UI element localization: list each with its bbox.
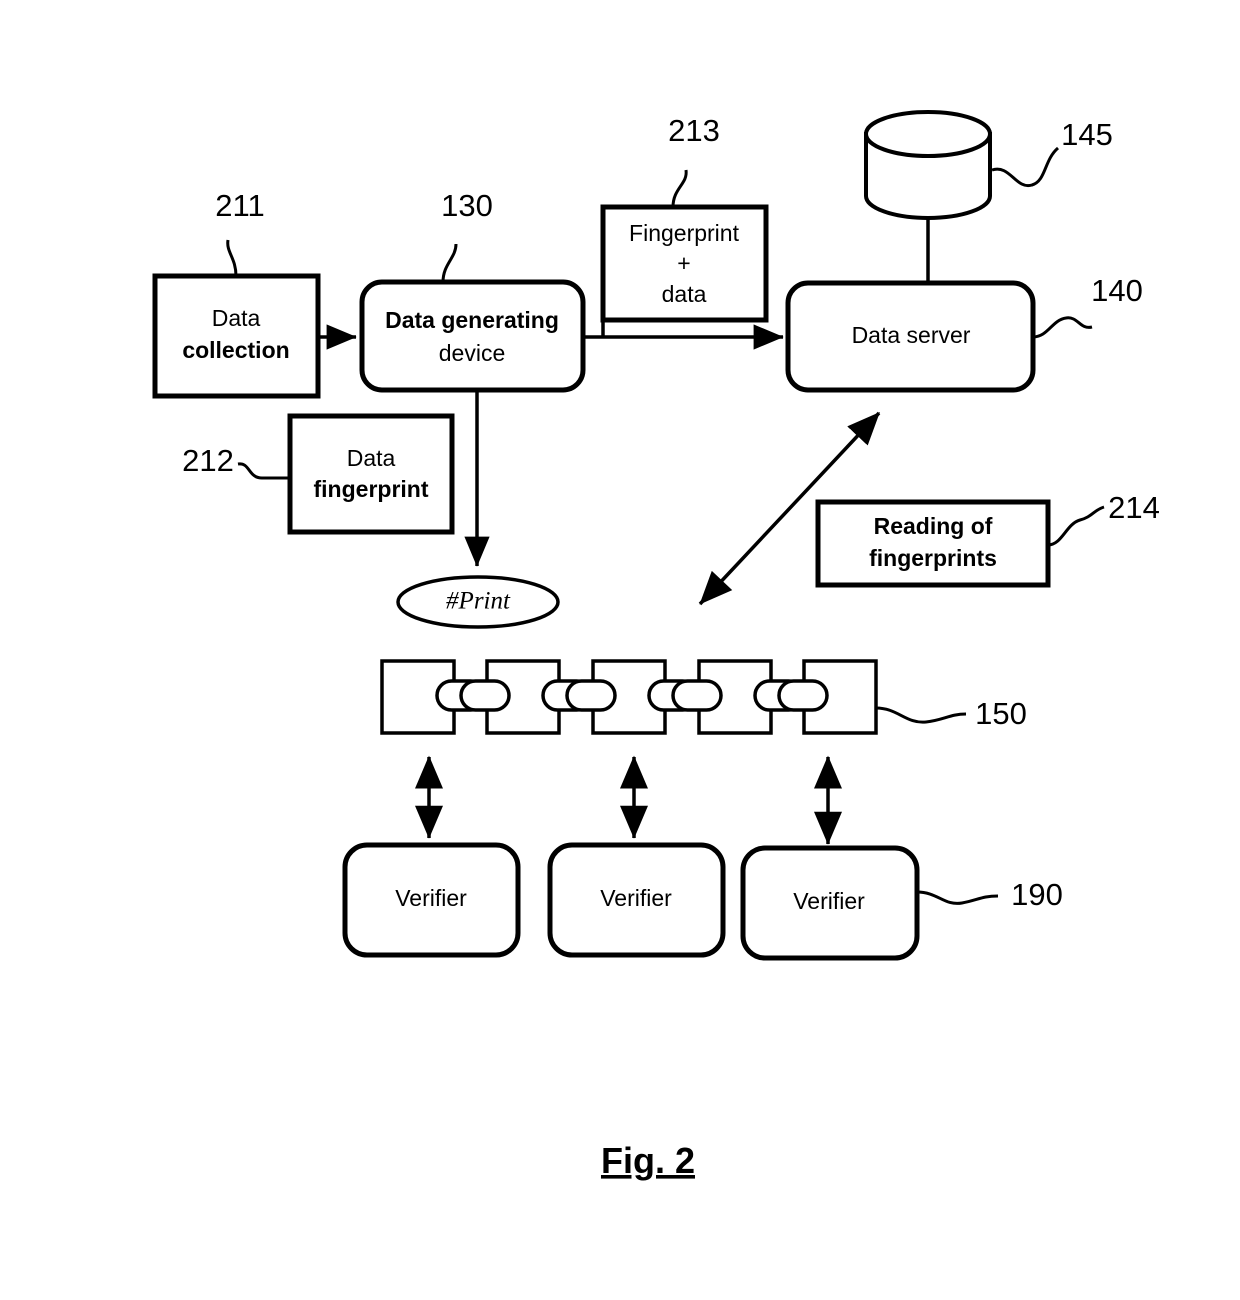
blockchain-link [647,679,723,712]
blockchain-link [435,679,511,712]
data-collection-label-line1: Data [212,305,261,331]
node-verifier-2[interactable]: Verifier [547,842,726,958]
blockchain-link [541,679,617,712]
ref-number-213: 213 [668,113,720,148]
node-fingerprint-plus-data[interactable]: Fingerprint + data [600,204,769,323]
leader-140: 140 [1032,273,1143,339]
node-blockchain[interactable] [380,659,878,735]
node-verifier-3[interactable]: Verifier [740,845,920,961]
leader-190: 190 [916,877,1063,912]
patent-figure-2: Data collection 211 Data generating devi… [152,110,1160,1181]
fingerprint-data-label-line3: data [662,281,707,307]
node-print-token[interactable]: #Print [396,575,560,629]
blockchain-link [753,679,829,712]
leader-150: 150 [875,696,1027,731]
ref-number-130: 130 [441,188,493,223]
verifier-2-label: Verifier [600,885,672,911]
print-token-label: #Print [446,588,511,615]
data-generating-device-label-line2: device [439,340,505,366]
node-data-fingerprint[interactable]: Data fingerprint [287,413,455,535]
data-server-label: Data server [852,322,971,348]
data-collection-label-line2: collection [182,337,289,363]
ref-number-145: 145 [1061,117,1113,152]
node-reading-of-fingerprints[interactable]: Reading of fingerprints [815,499,1051,588]
node-verifier-1[interactable]: Verifier [342,842,521,958]
leader-130: 130 [441,188,493,283]
node-data-generating-device[interactable]: Data generating device [359,279,586,393]
data-fingerprint-label-line1: Data [347,445,396,471]
reading-fingerprints-label-line1: Reading of [874,513,993,539]
leader-212: 212 [182,443,290,480]
verifier-3-label: Verifier [793,888,865,914]
leader-211: 211 [215,188,265,277]
ref-number-190: 190 [1011,877,1063,912]
leader-214: 214 [1047,490,1160,547]
leader-213: 213 [668,113,720,208]
ref-number-211: 211 [215,188,264,223]
figure-caption: Fig. 2 [601,1140,695,1181]
node-database[interactable] [864,110,992,220]
ref-number-150: 150 [975,696,1027,731]
verifier-1-label: Verifier [395,885,467,911]
node-data-collection[interactable]: Data collection [152,273,321,399]
node-data-server[interactable]: Data server [785,280,1036,393]
figure-page: Data collection 211 Data generating devi… [0,0,1240,1300]
ref-number-140: 140 [1091,273,1143,308]
data-generating-device-label-line1: Data generating [385,307,559,333]
fingerprint-data-label-line1: Fingerprint [629,220,740,246]
ref-number-214: 214 [1108,490,1160,525]
fingerprint-data-label-line2: + [677,250,690,276]
ref-number-212: 212 [182,443,234,478]
data-fingerprint-label-line2: fingerprint [314,476,429,502]
reading-fingerprints-label-line2: fingerprints [869,545,997,571]
leader-145: 145 [991,117,1113,188]
